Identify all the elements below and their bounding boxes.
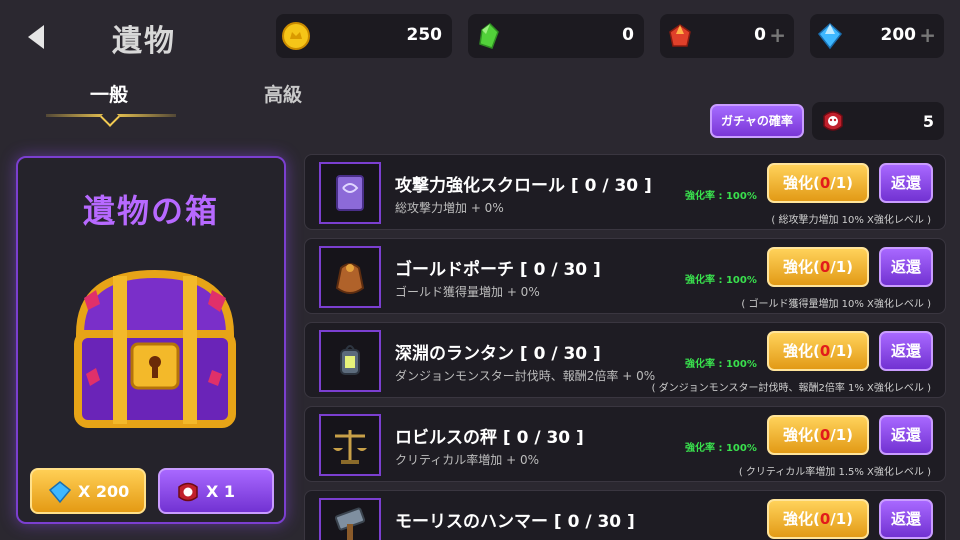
relic-icon-frame (319, 498, 381, 540)
blue-diamond-counter: 200 + (810, 14, 944, 58)
enhance-button[interactable]: 強化(0/1) (767, 247, 869, 287)
relic-rate: 強化率 : 100% (685, 275, 757, 286)
return-button[interactable]: 返還 (879, 415, 933, 455)
ticket-count: 5 (922, 112, 934, 131)
relic-ticket-icon (823, 111, 843, 131)
enhance-label: 強化( (782, 510, 820, 528)
relic-note: ( クリティカル率増加 1.5% X強化レベル ) (738, 467, 931, 478)
enhance-button[interactable]: 強化(0/1) (767, 415, 869, 455)
back-arrow-icon[interactable] (22, 22, 52, 52)
relic-name: 深淵のランタン [ 0 / 30 ] (395, 344, 601, 364)
relic-row: 攻撃力強化スクロール [ 0 / 30 ] 総攻撃力増加 + 0% 強化率 : … (304, 154, 946, 230)
buy-with-ticket-button[interactable]: X 1 (158, 468, 274, 514)
enhance-level: 0 (819, 342, 831, 360)
relic-note: ( ゴールド獲得量増加 10% X強化レベル ) (741, 299, 931, 310)
enhance-max: /1) (830, 258, 854, 276)
enhance-button[interactable]: 強化(0/1) (767, 163, 869, 203)
enhance-label: 強化( (782, 174, 820, 192)
enhance-level: 0 (819, 258, 831, 276)
relic-rate: 強化率 : 100% (685, 443, 757, 454)
relic-row: ロビルスの秤 [ 0 / 30 ] クリティカル率増加 + 0% 強化率 : 1… (304, 406, 946, 482)
add-blue-diamond-icon[interactable]: + (919, 23, 936, 47)
return-button[interactable]: 返還 (879, 331, 933, 371)
relic-row: 深淵のランタン [ 0 / 30 ] ダンジョンモンスター討伐時、報酬2倍率 +… (304, 322, 946, 398)
return-button[interactable]: 返還 (879, 247, 933, 287)
enhance-label: 強化( (782, 342, 820, 360)
blue-diamond-icon (817, 22, 843, 50)
relic-row: ゴールドポーチ [ 0 / 30 ] ゴールド獲得量増加 + 0% 強化率 : … (304, 238, 946, 314)
gold-counter: 250 (276, 14, 452, 58)
green-crystal-counter: 0 (468, 14, 644, 58)
relic-rate: 強化率 : 100% (685, 191, 757, 202)
enhance-max: /1) (830, 510, 854, 528)
enhance-max: /1) (830, 342, 854, 360)
enhance-label: 強化( (782, 426, 820, 444)
tab-premium[interactable]: 高級 (264, 80, 302, 107)
top-bar: 遺物 250 0 0 + 200 + (0, 0, 960, 72)
buy-with-diamond-label: X 200 (78, 482, 130, 501)
red-gem-value: 0 (754, 25, 766, 45)
return-button[interactable]: 返還 (879, 163, 933, 203)
relic-effect: ダンジョンモンスター討伐時、報酬2倍率 + 0% (395, 369, 656, 383)
chest-title: 遺物の箱 (82, 192, 219, 230)
buy-with-ticket-label: X 1 (206, 482, 236, 501)
gold-value: 250 (406, 25, 443, 45)
gold-coin-icon (282, 22, 310, 50)
green-crystal-icon (479, 23, 499, 49)
enhance-button[interactable]: 強化(0/1) (767, 331, 869, 371)
enhance-max: /1) (830, 426, 854, 444)
ticket-counter: 5 (812, 102, 944, 140)
enhance-button[interactable]: 強化(0/1) (767, 499, 869, 539)
relic-icon-frame (319, 246, 381, 308)
relic-name: ロビルスの秤 [ 0 / 30 ] (395, 428, 584, 448)
scroll-icon (336, 175, 364, 211)
page-title: 遺物 (112, 24, 176, 59)
relic-name: モーリスのハンマー [ 0 / 30 ] (395, 512, 635, 532)
buy-with-diamond-button[interactable]: X 200 (30, 468, 146, 514)
enhance-level: 0 (819, 426, 831, 444)
relic-rate: 強化率 : 100% (685, 359, 757, 370)
scales-icon (333, 430, 367, 464)
treasure-chest-icon (74, 269, 236, 428)
tab-general[interactable]: 一般 (90, 80, 128, 107)
relic-name: ゴールドポーチ [ 0 / 30 ] (395, 260, 601, 280)
red-gem-counter: 0 + (660, 14, 794, 58)
green-crystal-value: 0 (622, 25, 634, 45)
relic-icon-frame (319, 330, 381, 392)
relic-effect: クリティカル率増加 + 0% (395, 453, 540, 467)
gold-pouch-icon (335, 263, 365, 294)
enhance-label: 強化( (782, 258, 820, 276)
gacha-rate-button[interactable]: ガチャの確率 (710, 104, 804, 138)
blue-diamond-icon (48, 481, 72, 504)
hammer-icon (334, 507, 366, 540)
relic-row: モーリスのハンマー [ 0 / 30 ] 強化(0/1) 返還 (304, 490, 946, 540)
relic-effect: ゴールド獲得量増加 + 0% (395, 285, 540, 299)
active-tab-marker (100, 107, 120, 127)
relic-name: 攻撃力強化スクロール [ 0 / 30 ] (395, 176, 652, 196)
relic-chest-panel: 遺物の箱 X 200 X 1 (16, 156, 286, 524)
lantern-icon (340, 345, 360, 375)
relic-effect: 総攻撃力増加 + 0% (395, 201, 504, 215)
enhance-level: 0 (819, 174, 831, 192)
relic-icon-frame (319, 414, 381, 476)
relic-ticket-icon (178, 482, 198, 502)
add-red-gem-icon[interactable]: + (769, 23, 786, 47)
enhance-max: /1) (830, 174, 854, 192)
relic-note: ( ダンジョンモンスター討伐時、報酬2倍率 1% X強化レベル ) (651, 383, 931, 394)
return-button[interactable]: 返還 (879, 499, 933, 539)
blue-diamond-value: 200 (880, 25, 917, 45)
relic-note: ( 総攻撃力増加 10% X強化レベル ) (771, 215, 931, 226)
relic-icon-frame (319, 162, 381, 224)
red-gem-icon (669, 24, 691, 47)
relic-list: 攻撃力強化スクロール [ 0 / 30 ] 総攻撃力増加 + 0% 強化率 : … (304, 154, 946, 540)
enhance-level: 0 (819, 510, 831, 528)
